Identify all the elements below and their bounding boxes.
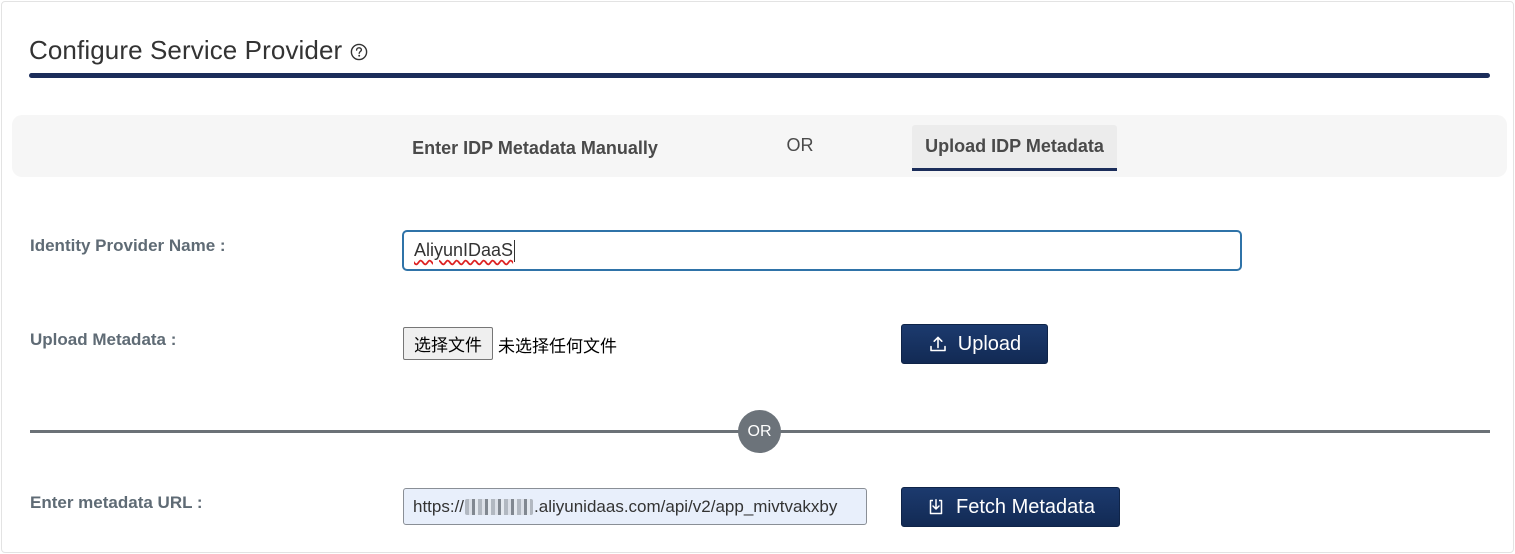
url-prefix: https://	[413, 496, 465, 516]
upload-button[interactable]: Upload	[901, 324, 1048, 364]
upload-metadata-label: Upload Metadata :	[30, 330, 177, 349]
idp-name-value: AliyunIDaaS	[414, 240, 514, 260]
upload-button-label: Upload	[957, 332, 1022, 355]
or-divider-badge: OR	[738, 410, 781, 453]
file-status-text: 未选择任何文件	[498, 337, 617, 357]
metadata-url-input[interactable]: https:// .aliyunidaas.com/api/v2/app_mivt…	[403, 488, 867, 525]
choose-file-button[interactable]: 选择文件	[403, 327, 493, 360]
upload-icon	[928, 334, 948, 354]
tab-upload-idp-metadata[interactable]: Upload IDP Metadata	[912, 125, 1117, 171]
metadata-mode-tabbar: Enter IDP Metadata Manually OR Upload ID…	[12, 115, 1507, 177]
fetch-metadata-label: Fetch Metadata	[956, 495, 1095, 518]
title-row: Configure Service Provider	[29, 32, 368, 68]
metadata-url-label: Enter metadata URL :	[30, 493, 203, 512]
redacted-host	[465, 498, 534, 515]
configure-sp-panel: Configure Service Provider Enter IDP Met…	[1, 1, 1514, 553]
question-circle-icon[interactable]	[350, 43, 368, 61]
text-caret	[514, 239, 516, 262]
page-title: Configure Service Provider	[29, 34, 343, 65]
url-suffix: .aliyunidaas.com/api/v2/app_mivtvakxby	[534, 496, 838, 516]
fetch-metadata-button[interactable]: Fetch Metadata	[901, 487, 1120, 527]
idp-name-label: Identity Provider Name :	[30, 236, 226, 255]
download-icon	[926, 497, 946, 517]
title-underline	[29, 73, 1490, 78]
tab-separator-or: OR	[786, 134, 814, 155]
idp-name-input[interactable]: AliyunIDaaS	[402, 230, 1242, 271]
tab-enter-idp-metadata-manually[interactable]: Enter IDP Metadata Manually	[404, 125, 666, 171]
